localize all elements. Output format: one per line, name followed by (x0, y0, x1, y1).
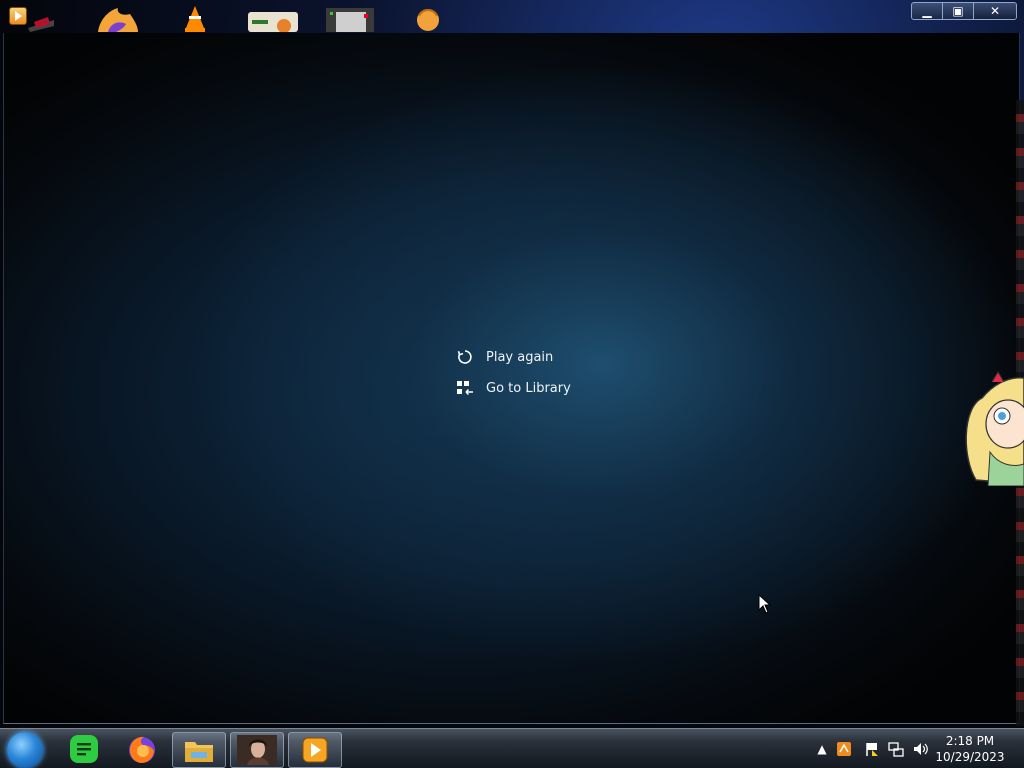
desktop-screen: ▁ ▣ ✕ Play again Go to Library ▲ 2:18 PM… (0, 0, 1024, 768)
app-tray-icon[interactable] (836, 741, 852, 757)
system-tray: ▲ 2:18 PM 10/29/2023 (814, 729, 1024, 768)
network-icon[interactable] (888, 741, 904, 757)
replay-icon (455, 347, 475, 367)
media-player-window: ▁ ▣ ✕ Play again Go to Library (0, 0, 1024, 726)
notes-app-icon[interactable] (58, 732, 110, 766)
clock-date: 10/29/2023 (935, 750, 1005, 764)
taskbar: ▲ 2:18 PM 10/29/2023 (0, 728, 1024, 768)
desktop-character-sticker (962, 368, 1024, 487)
media-player-icon (9, 7, 27, 25)
clock-time: 2:18 PM (945, 734, 995, 748)
maximize-button[interactable]: ▣ (943, 3, 974, 19)
volume-icon[interactable] (912, 741, 928, 757)
start-orb-icon[interactable] (7, 732, 43, 768)
close-button[interactable]: ✕ (974, 3, 1016, 19)
portrait-app-icon[interactable] (230, 732, 284, 768)
minimize-button[interactable]: ▁ (912, 3, 943, 19)
media-player-icon[interactable] (288, 732, 342, 768)
play-again-button[interactable]: Play again (455, 345, 553, 369)
clock[interactable]: 2:18 PM 10/29/2023 (930, 733, 1010, 765)
title-bar[interactable]: ▁ ▣ ✕ (0, 0, 1024, 34)
action-center-flag-icon[interactable] (864, 741, 880, 757)
library-icon (455, 378, 475, 398)
play-again-label: Play again (486, 349, 554, 365)
go-to-library-label: Go to Library (486, 380, 571, 396)
window-controls: ▁ ▣ ✕ (911, 2, 1017, 20)
mouse-cursor-icon (758, 593, 772, 614)
firefox-icon[interactable] (116, 732, 168, 766)
go-to-library-button[interactable]: Go to Library (455, 376, 571, 400)
file-explorer-icon[interactable] (172, 732, 226, 768)
show-hidden-icons-button[interactable]: ▲ (814, 741, 830, 757)
